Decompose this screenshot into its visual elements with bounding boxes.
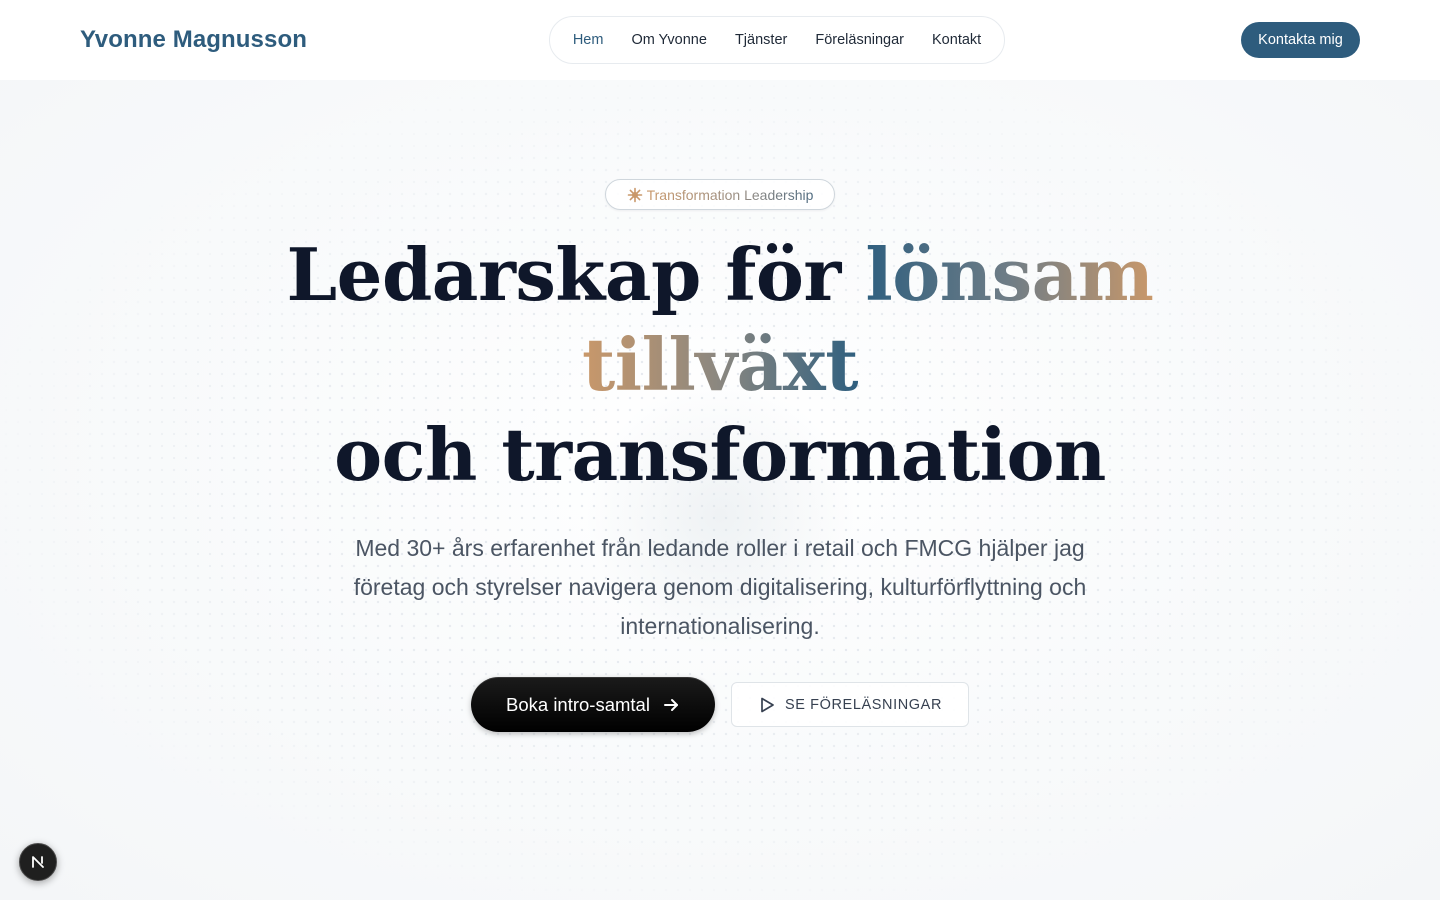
book-intro-call-button[interactable]: Boka intro-samtal — [471, 677, 715, 732]
nav-item-om-yvonne[interactable]: Om Yvonne — [631, 30, 707, 50]
hero-badge: Transformation Leadership — [605, 179, 835, 210]
headline-line-1: Ledarskap för lönsam — [0, 230, 1440, 320]
nav-item-tjanster[interactable]: Tjänster — [735, 30, 787, 50]
hero-section: Transformation Leadership Ledarskap för … — [0, 80, 1440, 900]
nextjs-dev-indicator[interactable] — [19, 843, 57, 881]
book-intro-call-label: Boka intro-samtal — [506, 693, 650, 715]
nav-item-kontakt[interactable]: Kontakt — [932, 30, 981, 50]
nav-item-hem[interactable]: Hem — [573, 30, 604, 50]
brand-logo[interactable]: Yvonne Magnusson — [80, 24, 307, 56]
arrow-right-icon — [662, 696, 680, 714]
contact-button[interactable]: Kontakta mig — [1241, 22, 1360, 58]
hero-headline: Ledarskap för lönsam tillväxt och transf… — [0, 230, 1440, 500]
nextjs-icon — [30, 854, 46, 870]
headline-line-3: och transformation — [334, 412, 1106, 497]
headline-part-1: Ledarskap för — [286, 232, 866, 317]
main-nav: Hem Om Yvonne Tjänster Föreläsningar Kon… — [549, 16, 1005, 64]
headline-line-2: tillväxt — [0, 320, 1440, 410]
nav-item-forelasningar[interactable]: Föreläsningar — [815, 30, 904, 50]
hero-lead-text: Med 30+ års erfarenhet från ledande roll… — [353, 535, 1087, 639]
view-lectures-button[interactable]: SE FÖRELÄSNINGAR — [731, 682, 969, 727]
headline-accent-2: tillväxt — [582, 322, 858, 407]
view-lectures-label: SE FÖRELÄSNINGAR — [784, 696, 943, 713]
headline-accent-1: lönsam — [865, 232, 1154, 317]
sparkle-icon — [627, 187, 643, 203]
hero-badge-label: Transformation Leadership — [646, 186, 814, 203]
site-header: Yvonne Magnusson Hem Om Yvonne Tjänster … — [0, 0, 1440, 80]
play-icon — [758, 696, 776, 714]
